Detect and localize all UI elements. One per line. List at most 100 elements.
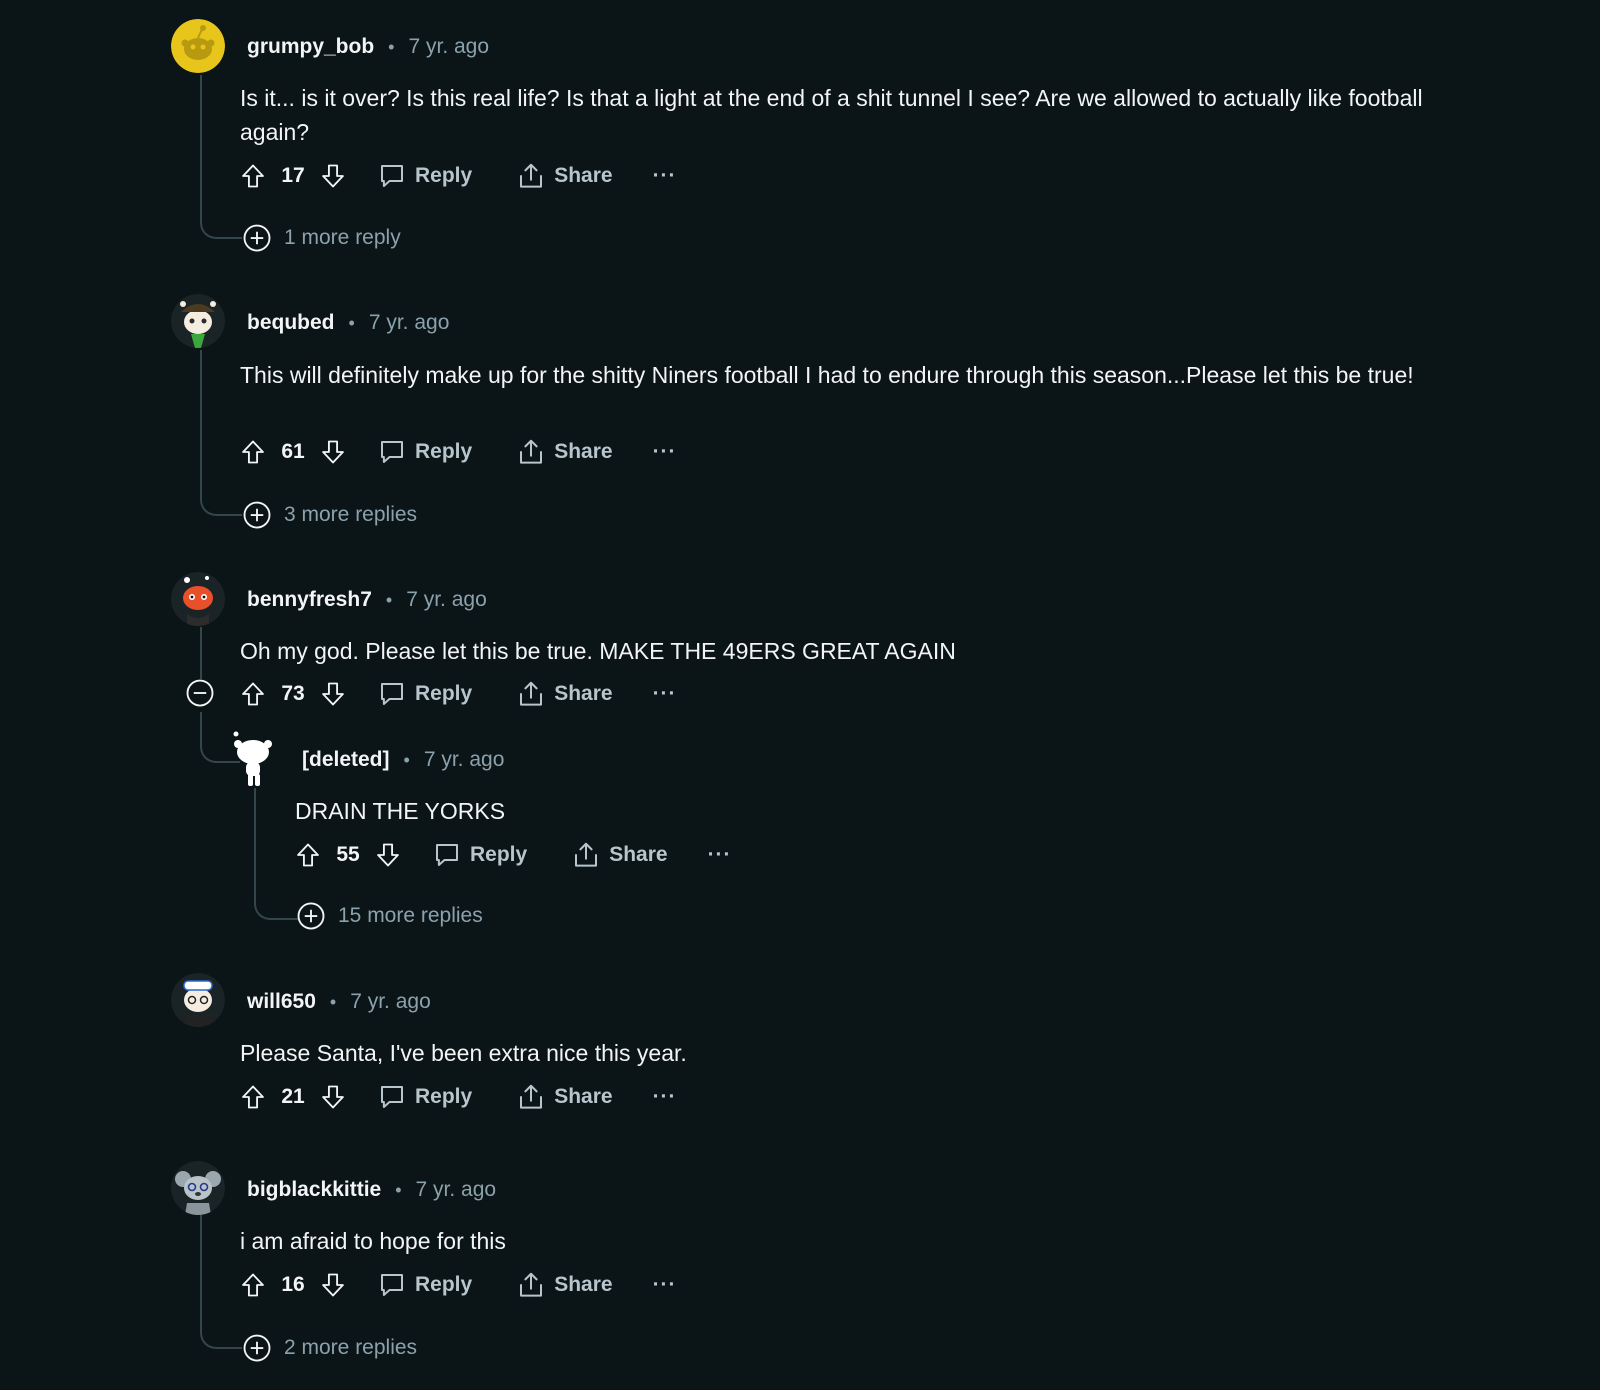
reply-label: Reply: [415, 1273, 473, 1296]
share-button[interactable]: Share: [516, 161, 613, 191]
avatar[interactable]: [171, 19, 225, 73]
timestamp[interactable]: 7 yr. ago: [424, 748, 505, 772]
upvote-button[interactable]: [237, 160, 269, 192]
thread-elbow: [254, 876, 298, 920]
comment-body: i am afraid to hope for this: [240, 1228, 506, 1254]
downvote-button[interactable]: [372, 839, 404, 871]
downvote-button[interactable]: [317, 678, 349, 710]
downvote-button[interactable]: [317, 1269, 349, 1301]
thread-elbow: [200, 1310, 242, 1349]
downvote-button[interactable]: [317, 160, 349, 192]
more-options-button[interactable]: ···: [653, 1085, 677, 1109]
comment-body: This will definitely make up for the shi…: [240, 362, 1414, 388]
timestamp[interactable]: 7 yr. ago: [369, 311, 450, 335]
comment-body: Oh my god. Please let this be true. MAKE…: [240, 638, 956, 664]
avatar[interactable]: [226, 730, 280, 788]
more-options-button[interactable]: ···: [708, 843, 732, 867]
timestamp[interactable]: 7 yr. ago: [406, 588, 487, 612]
username[interactable]: bigblackkittie: [247, 1178, 381, 1202]
separator-dot: •: [403, 749, 410, 770]
more-replies-label: 1 more reply: [284, 226, 401, 249]
share-icon: [516, 679, 546, 709]
reply-button[interactable]: Reply: [432, 840, 527, 870]
avatar[interactable]: [171, 1161, 225, 1215]
share-button[interactable]: Share: [571, 840, 668, 870]
share-button[interactable]: Share: [516, 679, 613, 709]
comment-thread: grumpy_bob • 7 yr. ago Is it... is it ov…: [0, 0, 1600, 1390]
reply-button[interactable]: Reply: [377, 679, 472, 709]
downvote-button[interactable]: [317, 1081, 349, 1113]
username[interactable]: bequbed: [247, 311, 335, 335]
avatar[interactable]: [171, 294, 225, 348]
username[interactable]: grumpy_bob: [247, 35, 374, 59]
more-replies-button[interactable]: 15 more replies: [296, 899, 483, 933]
vote-score: 55: [336, 843, 360, 866]
share-icon: [571, 840, 601, 870]
share-button[interactable]: Share: [516, 1082, 613, 1112]
share-label: Share: [554, 1273, 613, 1296]
vote-score: 16: [281, 1273, 305, 1296]
comment-bubble-icon: [377, 679, 407, 709]
reply-label: Reply: [470, 843, 528, 866]
avatar[interactable]: [171, 572, 225, 626]
comment-actions: 17 Reply Share ···: [237, 156, 677, 196]
more-replies-button[interactable]: 2 more replies: [242, 1331, 417, 1365]
comment-body: Is it... is it over? Is this real life? …: [240, 85, 1423, 145]
timestamp[interactable]: 7 yr. ago: [350, 990, 431, 1014]
share-button[interactable]: Share: [516, 437, 613, 467]
username[interactable]: [deleted]: [302, 748, 390, 772]
more-options-button[interactable]: ···: [653, 440, 677, 464]
upvote-icon: [239, 162, 267, 190]
vote-score: 21: [281, 1085, 305, 1108]
more-replies-button[interactable]: 3 more replies: [242, 498, 417, 532]
more-replies-label: 15 more replies: [338, 904, 483, 927]
reply-body: DRAIN THE YORKS: [295, 798, 506, 824]
timestamp[interactable]: 7 yr. ago: [416, 1178, 497, 1202]
upvote-button[interactable]: [237, 678, 269, 710]
downvote-button[interactable]: [317, 436, 349, 468]
upvote-icon: [239, 438, 267, 466]
separator-dot: •: [385, 589, 393, 610]
upvote-button[interactable]: [237, 1269, 269, 1301]
reply-button[interactable]: Reply: [377, 161, 472, 191]
username[interactable]: bennyfresh7: [247, 588, 372, 612]
thread-elbow: [200, 200, 242, 239]
upvote-button[interactable]: [237, 436, 269, 468]
share-label: Share: [554, 164, 613, 187]
reply-button[interactable]: Reply: [377, 1082, 472, 1112]
share-button[interactable]: Share: [516, 1270, 613, 1300]
downvote-icon: [319, 438, 347, 466]
collapse-thread-button[interactable]: [185, 678, 215, 708]
share-icon: [516, 1082, 546, 1112]
vote-score: 61: [281, 440, 305, 463]
comment-meta: grumpy_bob • 7 yr. ago: [247, 32, 489, 62]
thread-line: [200, 350, 202, 490]
downvote-icon: [319, 162, 347, 190]
reply-label: Reply: [415, 440, 473, 463]
avatar[interactable]: [171, 973, 225, 1027]
reply-actions: 55 Reply Share ···: [292, 835, 732, 875]
more-options-button[interactable]: ···: [653, 682, 677, 706]
more-options-button[interactable]: ···: [653, 164, 677, 188]
comment-actions: 16 Reply Share ···: [237, 1265, 677, 1305]
upvote-button[interactable]: [237, 1081, 269, 1113]
reply-button[interactable]: Reply: [377, 1270, 472, 1300]
comment-meta: bigblackkittie • 7 yr. ago: [247, 1175, 496, 1205]
comment-bubble-icon: [377, 161, 407, 191]
comment-actions: 73 Reply Share ···: [237, 674, 677, 714]
more-options-button[interactable]: ···: [653, 1273, 677, 1297]
username[interactable]: will650: [247, 990, 316, 1014]
reply-meta: [deleted] • 7 yr. ago: [302, 745, 504, 775]
share-icon: [516, 161, 546, 191]
more-replies-button[interactable]: 1 more reply: [242, 221, 401, 255]
comment-actions: 61 Reply Share ···: [237, 432, 677, 472]
upvote-button[interactable]: [292, 839, 324, 871]
reply-button[interactable]: Reply: [377, 437, 472, 467]
snoo-hat-avatar-icon: [171, 294, 225, 348]
comment-actions: 21 Reply Share ···: [237, 1077, 677, 1117]
expand-plus-icon: [242, 223, 272, 253]
share-label: Share: [554, 1085, 613, 1108]
timestamp[interactable]: 7 yr. ago: [408, 35, 489, 59]
upvote-icon: [294, 841, 322, 869]
vote-score: 17: [281, 164, 305, 187]
